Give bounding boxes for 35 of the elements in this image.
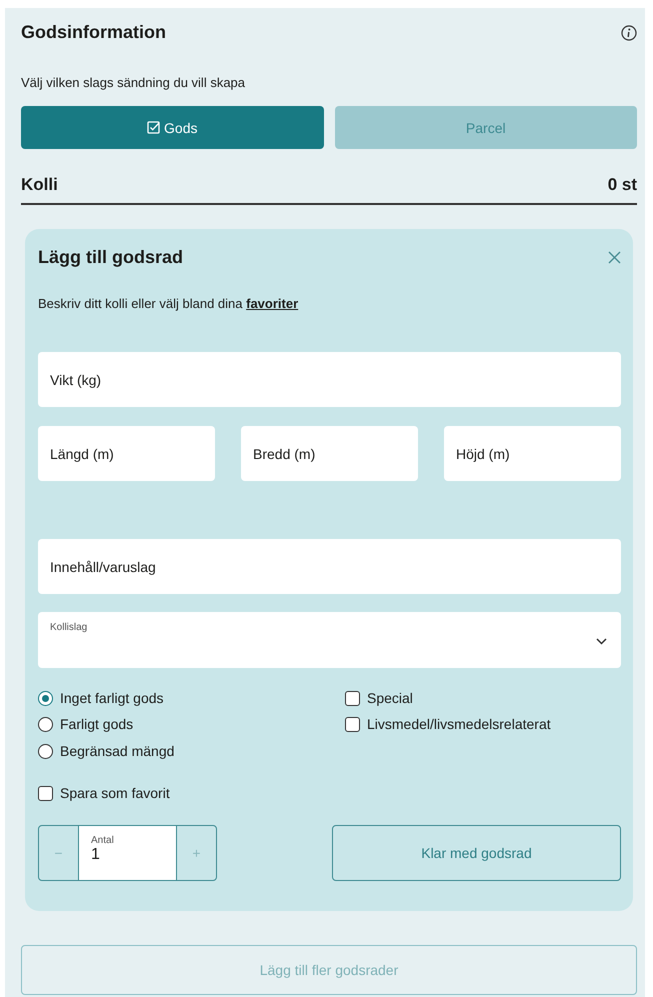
radio-button[interactable] [38,744,53,758]
dimension-field[interactable]: Bredd (m) [241,426,418,481]
option-label: Inget farligt gods [60,690,164,706]
shipment-type-tab[interactable]: Gods [21,106,324,149]
description-text: Beskriv ditt kolli eller välj bland dina favoriter [38,296,300,311]
quantity-field[interactable]: Antal 1 [78,826,177,880]
chevron-down-icon [596,638,607,645]
dimension-field[interactable]: Höjd (m) [444,426,621,481]
checkbox[interactable] [345,690,360,706]
radio-button[interactable] [38,690,53,706]
favorites-link[interactable]: favoriter [246,296,298,311]
checkbox[interactable] [345,716,360,732]
info-icon[interactable] [621,24,637,40]
option-label: Special [367,690,413,706]
package-type-select[interactable]: Kollislag [38,612,621,668]
close-icon[interactable] [608,251,621,264]
quantity-input[interactable]: 1 [91,846,164,864]
option-label: Farligt gods [60,716,134,732]
checkbox[interactable] [38,786,53,800]
checkbox-icon [147,121,160,134]
radio-button[interactable] [38,716,53,732]
option-label: Begränsad mängd [60,743,174,759]
weight-field[interactable]: Vikt (kg) [38,352,621,407]
select-label: Kollislag [50,622,88,633]
option-label: Livsmedel/livsmedelsrelaterat [367,716,551,732]
quantity-label: Antal [91,835,115,846]
parcel-count: 0 st [608,175,637,195]
done-button[interactable]: Klar med godsrad [332,825,621,881]
card-title: Lägg till godsrad [38,247,184,268]
option-label: Spara som favorit [60,785,170,801]
instruction-text: Välj vilken slags sändning du vill skapa [21,75,246,90]
dimension-field[interactable]: Längd (m) [38,426,215,481]
content-field[interactable]: Innehåll/varuslag [38,539,621,594]
section-title: Godsinformation [21,22,166,43]
parcel-label: Kolli [21,175,58,195]
